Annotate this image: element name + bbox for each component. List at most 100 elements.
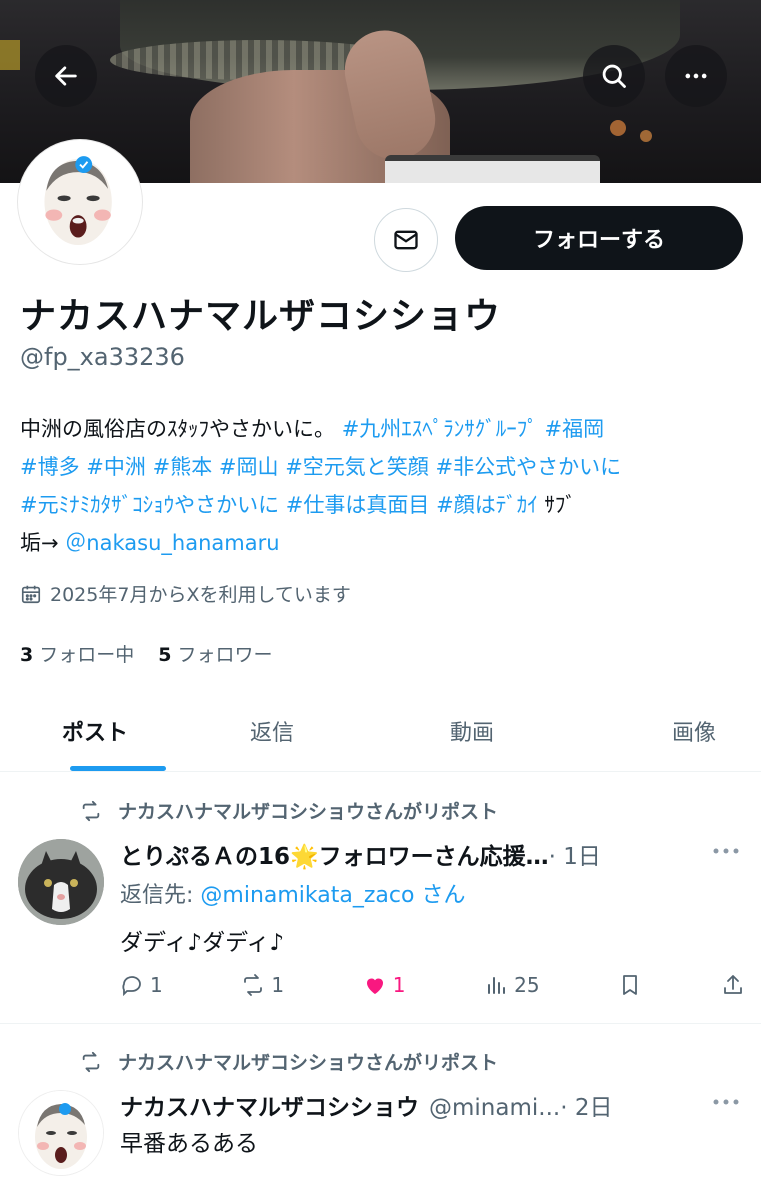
followers-count: 5: [158, 644, 172, 666]
repost-indicator: ナカスハナマルザコシショウさんがリポスト: [80, 1048, 498, 1075]
profile-bio: 中洲の風俗店のｽﾀｯﾌやさかいに。 #九州ｴｽﾍﾟﾗﾝｻｸﾞﾙｰﾌﾟ #福岡 #…: [20, 410, 755, 562]
author-avatar[interactable]: [18, 1090, 104, 1176]
bio-line: 垢→ ＠nakasu_hanamaru: [20, 524, 755, 562]
tab-label: 返信: [249, 720, 294, 746]
hashtag-link[interactable]: #九州ｴｽﾍﾟﾗﾝｻｸﾞﾙｰﾌﾟ: [342, 417, 538, 441]
search-icon: [602, 64, 626, 88]
author-name[interactable]: ナカスハナマルザコシショウ: [120, 1088, 419, 1122]
post-card[interactable]: ナカスハナマルザコシショウさんがリポスト ナカスハナマルザコシショウ @mina…: [0, 1024, 761, 1200]
message-button[interactable]: [374, 208, 438, 272]
post-time[interactable]: · 1日: [549, 837, 601, 871]
more-horizontal-icon: [685, 73, 707, 79]
banner-light: [640, 130, 652, 142]
more-horizontal-icon: [713, 1099, 739, 1105]
banner-cup: [385, 155, 600, 183]
post-more-button[interactable]: [711, 841, 741, 867]
hashtag-link[interactable]: #仕事は真面目: [286, 493, 430, 517]
hashtag-link[interactable]: #顔はﾃﾞｶｲ: [436, 493, 538, 517]
hashtag-link[interactable]: #空元気と笑顔: [285, 455, 429, 479]
repost-icon: [82, 1051, 100, 1072]
author-handle[interactable]: @minami...: [429, 1095, 560, 1121]
view-count: 25: [514, 973, 540, 997]
arrow-left-icon: [55, 66, 77, 86]
followers-link[interactable]: 5 フォロワー: [158, 640, 272, 667]
following-link[interactable]: 3 フォロー中: [20, 640, 134, 667]
tab-label: 画像: [671, 720, 716, 746]
tab-posts[interactable]: ポスト: [0, 690, 232, 771]
bio-text: 中洲の風俗店のｽﾀｯﾌやさかいに。: [20, 417, 335, 441]
repost-icon: [82, 800, 100, 821]
analytics-icon: [488, 977, 506, 994]
face-avatar-image: [19, 1091, 103, 1175]
profile-avatar[interactable]: [18, 140, 142, 264]
hashtag-link[interactable]: #博多: [20, 455, 80, 479]
tab-label: ポスト: [61, 720, 128, 746]
banner-light: [610, 120, 626, 136]
hashtag-link[interactable]: #福岡: [544, 417, 604, 441]
tab-replies[interactable]: 返信: [232, 690, 397, 771]
reply-prefix: 返信先:: [120, 883, 201, 908]
repost-count: 1: [271, 973, 285, 997]
like-button[interactable]: 1: [363, 973, 406, 997]
bookmark-button[interactable]: [618, 973, 642, 997]
heart-filled-icon: [366, 978, 383, 994]
tab-images[interactable]: 画像: [547, 690, 761, 771]
following-count: 3: [20, 644, 34, 666]
reply-icon: [122, 976, 141, 997]
more-button[interactable]: [665, 45, 727, 107]
bio-text: 垢→: [20, 531, 59, 555]
joined-text: 2025年7月からXを利用しています: [50, 584, 351, 606]
hashtag-link[interactable]: #非公式やさかいに: [435, 455, 621, 479]
hashtag-link[interactable]: #熊本: [153, 455, 213, 479]
mention-link[interactable]: ＠nakasu_hanamaru: [65, 531, 279, 555]
post-actions: 1 1 1 25: [120, 973, 745, 997]
reply-context: 返信先: @minamikata_zaco さん: [120, 877, 465, 909]
post-header: とりぷるＡの16🌟フォロワーさん応援… · 1日: [120, 837, 601, 871]
post-header: ナカスハナマルザコシショウ @minami... · 2日: [120, 1088, 612, 1122]
profile-tabs: ポスト 返信 動画 画像: [0, 690, 761, 772]
post-time[interactable]: · 2日: [560, 1088, 612, 1122]
bio-line: #博多 #中洲 #熊本 #岡山 #空元気と笑顔 #非公式やさかいに: [20, 448, 755, 486]
post-text: ダディ♪ダディ♪: [120, 930, 285, 956]
post-more-button[interactable]: [711, 1092, 741, 1118]
profile-handle: @fp_xa33236: [20, 343, 185, 371]
bookmark-icon: [623, 975, 638, 995]
hashtag-link[interactable]: #中洲: [86, 455, 146, 479]
tab-videos[interactable]: 動画: [397, 690, 547, 771]
repost-icon: [244, 974, 263, 996]
follow-button[interactable]: フォローする: [455, 206, 743, 270]
repost-indicator: ナカスハナマルザコシショウさんがリポスト: [80, 797, 498, 824]
reply-suffix: さん: [414, 883, 466, 908]
author-name[interactable]: とりぷるＡの16🌟フォロワーさん応援…: [120, 837, 549, 871]
reply-button[interactable]: 1: [120, 973, 163, 997]
views-button[interactable]: 25: [484, 973, 540, 997]
author-avatar[interactable]: [18, 839, 104, 925]
follow-stats: 3 フォロー中 5 フォロワー: [20, 640, 273, 667]
tab-label: 動画: [449, 720, 494, 746]
post-text: 早番あるある: [120, 1131, 258, 1157]
bio-line: #元ﾐﾅﾐｶﾀｻﾞｺｼｮｳやさかいに #仕事は真面目 #顔はﾃﾞｶｲ ｻﾌﾞ: [20, 486, 755, 524]
envelope-icon: [394, 230, 418, 250]
repost-button[interactable]: 1: [241, 973, 284, 997]
banner-light: [0, 40, 20, 70]
share-icon: [724, 975, 742, 994]
more-horizontal-icon: [713, 848, 739, 854]
post-card[interactable]: ナカスハナマルザコシショウさんがリポスト とりぷるＡの16🌟フォロワーさん応援……: [0, 773, 761, 1023]
search-button[interactable]: [583, 45, 645, 107]
calendar-icon: [21, 585, 41, 603]
followers-label: フォロワー: [177, 644, 273, 666]
active-tab-indicator: [70, 766, 166, 771]
bio-line: 中洲の風俗店のｽﾀｯﾌやさかいに。 #九州ｴｽﾍﾟﾗﾝｻｸﾞﾙｰﾌﾟ #福岡: [20, 410, 755, 448]
bio-text: ｻﾌﾞ: [537, 493, 576, 517]
repost-text: ナカスハナマルザコシショウさんがリポスト: [118, 1052, 499, 1074]
display-name: ナカスハナマルザコシショウ: [20, 296, 502, 337]
reply-count: 1: [150, 973, 163, 997]
share-button[interactable]: [721, 973, 745, 997]
cat-avatar-image: [18, 839, 104, 925]
joined-date: 2025年7月からXを利用しています: [20, 580, 351, 607]
hashtag-link[interactable]: #元ﾐﾅﾐｶﾀｻﾞｺｼｮｳやさかいに: [20, 493, 279, 517]
reply-mention[interactable]: @minamikata_zaco: [200, 883, 414, 908]
hashtag-link[interactable]: #岡山: [219, 455, 279, 479]
back-button[interactable]: [35, 45, 97, 107]
following-label: フォロー中: [39, 644, 135, 666]
